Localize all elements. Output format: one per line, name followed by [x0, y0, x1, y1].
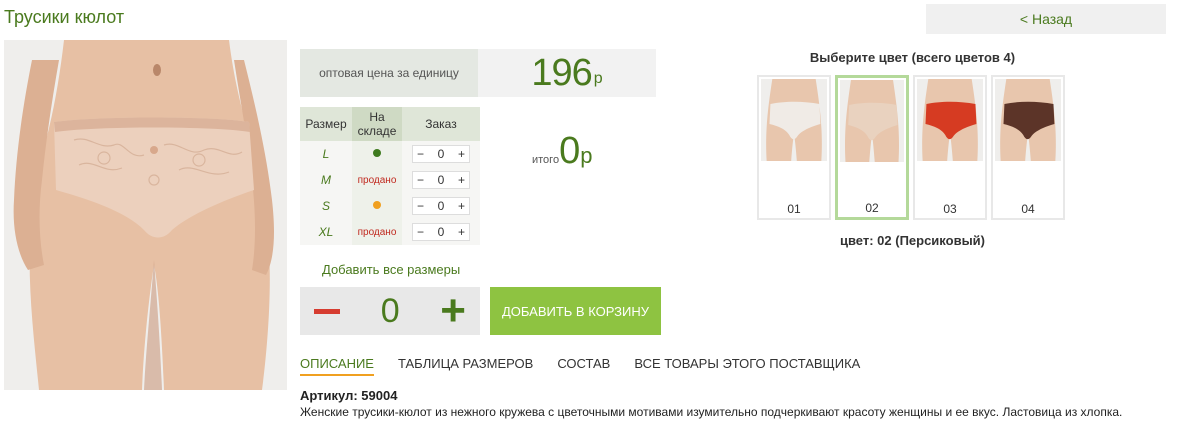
order-total: итого 0 р: [532, 130, 592, 173]
low-stock-dot-icon: [373, 201, 381, 209]
product-description: Артикул: 59004 Женские трусики-кюлот из …: [300, 388, 1170, 420]
size-label: XL: [318, 225, 334, 239]
order-header: Заказ: [402, 107, 480, 141]
in-stock-dot-icon: [373, 149, 381, 157]
quantity-stepper: 0 +: [300, 287, 480, 335]
unit-price-currency: р: [593, 70, 603, 87]
product-page: Трусики кюлот < Назад оптовая цена за ед…: [0, 0, 1184, 445]
tab-composition[interactable]: СОСТАВ: [557, 356, 610, 376]
color-number: 01: [787, 202, 801, 216]
unit-price-value: 196: [531, 51, 592, 94]
total-value: 0: [559, 130, 581, 172]
product-photo[interactable]: [4, 40, 287, 390]
size-quantity-value: 0: [437, 225, 445, 239]
size-label: M: [321, 173, 331, 187]
article-number: Артикул: 59004: [300, 388, 398, 403]
color-thumbnail: [917, 79, 983, 161]
total-label: итого: [532, 154, 560, 166]
quantity-value: 0: [380, 291, 400, 330]
color-number: 03: [943, 202, 957, 216]
minus-icon[interactable]: −: [417, 173, 424, 187]
size-quantity-stepper[interactable]: −0 +: [412, 197, 470, 215]
color-swatch-selected[interactable]: 02: [835, 75, 909, 220]
size-quantity-value: 0: [437, 173, 445, 187]
color-thumbnail: [761, 79, 827, 161]
color-swatch[interactable]: 04: [991, 75, 1065, 220]
unit-price-label: оптовая цена за единицу: [300, 49, 478, 97]
minus-icon[interactable]: −: [417, 199, 424, 213]
plus-icon[interactable]: +: [458, 225, 465, 239]
size-table: Размер На складе Заказ L −0 + M продано −…: [300, 107, 480, 245]
size-label: S: [321, 199, 330, 213]
stock-header: На складе: [352, 107, 402, 141]
tab-supplier-products[interactable]: ВСЕ ТОВАРЫ ЭТОГО ПОСТАВЩИКА: [634, 356, 860, 376]
color-thumbnail: [840, 80, 904, 162]
description-text: Женские трусики-кюлот из нежного кружева…: [300, 405, 1123, 419]
color-number: 02: [865, 201, 879, 215]
size-quantity-stepper[interactable]: −0 +: [412, 223, 470, 241]
selected-color-label: цвет: 02 (Персиковый): [839, 233, 985, 248]
color-swatches: 01 02 03 04: [757, 75, 1069, 220]
sold-out-label: продано: [357, 227, 397, 238]
minus-icon[interactable]: [314, 308, 340, 314]
size-quantity-stepper[interactable]: −0 +: [412, 145, 470, 163]
color-swatch[interactable]: 01: [757, 75, 831, 220]
minus-icon[interactable]: −: [417, 225, 424, 239]
page-title: Трусики кюлот: [4, 7, 125, 27]
size-row: M продано −0 +: [300, 167, 480, 193]
size-row: S −0 +: [300, 193, 480, 219]
product-tabs: ОПИСАНИЕ ТАБЛИЦА РАЗМЕРОВ СОСТАВ ВСЕ ТОВ…: [300, 356, 884, 376]
size-label: L: [322, 147, 330, 161]
size-quantity-stepper[interactable]: −0 +: [412, 171, 470, 189]
size-row: L −0 +: [300, 141, 480, 167]
tab-description[interactable]: ОПИСАНИЕ: [300, 356, 374, 376]
add-to-cart-button[interactable]: ДОБАВИТЬ В КОРЗИНУ: [490, 287, 661, 335]
sold-out-label: продано: [357, 175, 397, 186]
color-number: 04: [1021, 202, 1035, 216]
plus-icon[interactable]: +: [458, 199, 465, 213]
size-quantity-value: 0: [437, 147, 445, 161]
color-thumbnail: [995, 79, 1061, 161]
size-header: Размер: [300, 107, 352, 141]
plus-icon[interactable]: +: [440, 289, 466, 333]
color-chooser-title: Выберите цвет (всего цветов 4): [809, 50, 1016, 65]
total-currency: р: [580, 143, 593, 168]
color-swatch[interactable]: 03: [913, 75, 987, 220]
plus-icon[interactable]: +: [458, 173, 465, 187]
add-all-sizes-link[interactable]: Добавить все размеры: [322, 262, 460, 277]
product-photo-image: [4, 40, 287, 390]
size-quantity-value: 0: [437, 199, 445, 213]
unit-price: 196 р: [478, 49, 656, 97]
tab-size-chart[interactable]: ТАБЛИЦА РАЗМЕРОВ: [398, 356, 533, 376]
back-button[interactable]: < Назад: [926, 4, 1166, 34]
size-row: XL продано −0 +: [300, 219, 480, 245]
plus-icon[interactable]: +: [458, 147, 465, 161]
minus-icon[interactable]: −: [417, 147, 424, 161]
